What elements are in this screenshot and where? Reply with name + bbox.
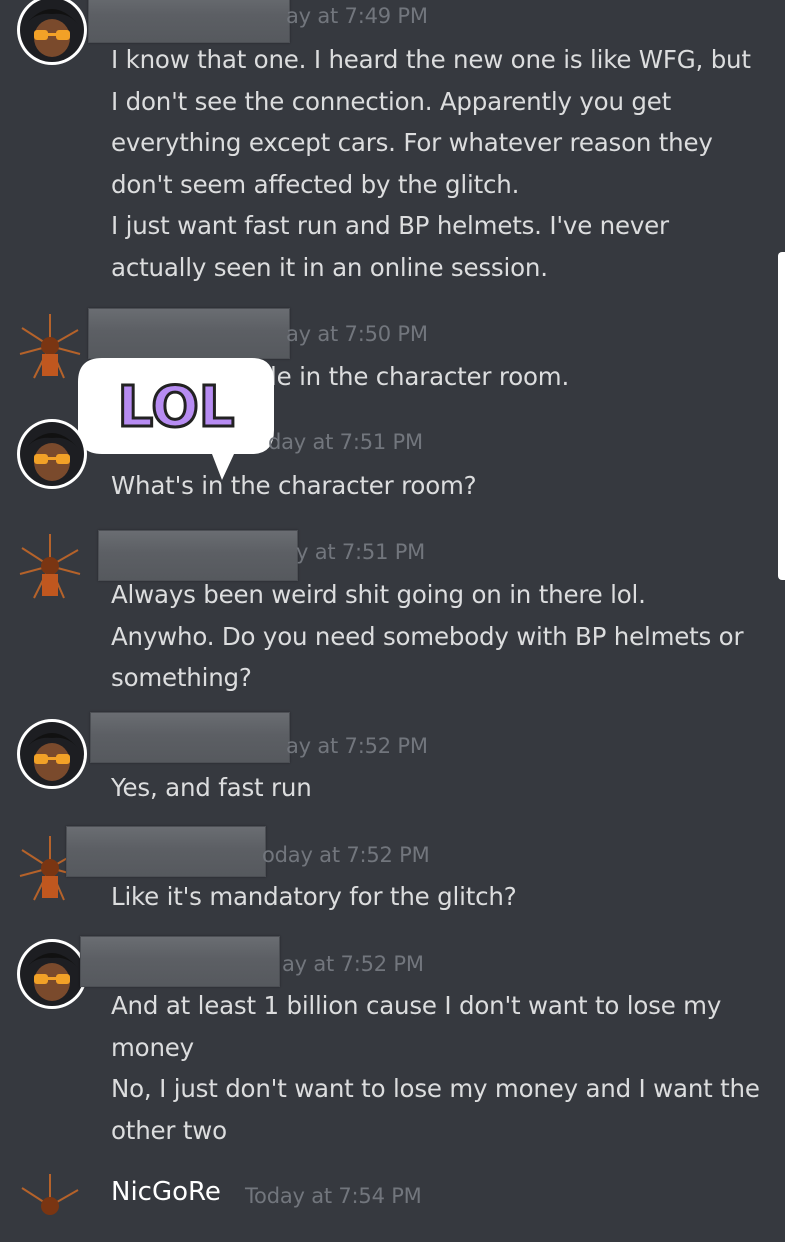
message-line: Like it's mandatory for the glitch?	[111, 882, 517, 911]
message-line: Yes, and fast run	[111, 773, 312, 802]
user-avatar-b[interactable]	[14, 530, 86, 602]
message-content: And at least 1 billion cause I don't wan…	[111, 985, 761, 1151]
redacted-username	[66, 826, 266, 877]
message-content: What's in the character room?	[111, 465, 761, 507]
user-avatar-a[interactable]	[16, 0, 88, 66]
message-timestamp: Today at 7:54 PM	[245, 1184, 422, 1208]
message-content: Yes, and fast run	[111, 767, 761, 809]
message-line: No, I just don't want to lose my money a…	[111, 1074, 760, 1103]
user-avatar-b[interactable]	[14, 1170, 86, 1242]
message-line: le in the character room.	[270, 362, 570, 391]
message-line: I don't see the connection. Apparently y…	[111, 86, 672, 116]
message-timestamp: ay at 7:49 PM	[286, 4, 428, 28]
message-line: Always been weird shit going on in there…	[111, 580, 646, 609]
user-avatar-a[interactable]	[16, 938, 88, 1010]
sticker-text: LOL	[118, 375, 235, 440]
message-line: actually seen it in an online session.	[111, 252, 548, 282]
message-content: Like it's mandatory for the glitch?	[111, 876, 761, 918]
redacted-username	[90, 712, 290, 763]
message-author[interactable]: NicGoRe	[111, 1177, 221, 1207]
message-line: What's in the character room?	[111, 471, 477, 500]
message-content: Always been weird shit going on in there…	[111, 574, 761, 699]
message-line: Anywho. Do you need somebody with BP hel…	[111, 621, 744, 651]
redacted-username	[88, 0, 290, 43]
message-timestamp: ay at 7:52 PM	[286, 734, 428, 758]
scrollbar-thumb[interactable]	[778, 252, 785, 580]
message-line: I know that one. I heard the new one is …	[111, 45, 751, 74]
redacted-username	[80, 936, 280, 987]
message-line: don't seem affected by the glitch.	[111, 169, 520, 199]
user-avatar-a[interactable]	[16, 418, 88, 490]
message-line: other two	[111, 1115, 227, 1145]
user-avatar-a[interactable]	[16, 718, 88, 790]
message-line: I just want fast run and BP helmets. I'v…	[111, 211, 669, 240]
message-line: money	[111, 1032, 194, 1062]
message-timestamp: oday at 7:52 PM	[262, 843, 430, 867]
message-timestamp: ay at 7:52 PM	[282, 952, 424, 976]
message-content: I know that one. I heard the new one is …	[111, 39, 761, 288]
message-timestamp: y at 7:51 PM	[296, 540, 426, 564]
message-timestamp: day at 7:51 PM	[268, 430, 423, 454]
message-line: everything except cars. For whatever rea…	[111, 128, 713, 157]
redacted-username	[88, 308, 290, 359]
message-content: le in the character room.	[270, 356, 785, 398]
message-line: something?	[111, 663, 252, 692]
message-line: And at least 1 billion cause I don't wan…	[111, 991, 722, 1020]
message-timestamp: ay at 7:50 PM	[286, 322, 428, 346]
